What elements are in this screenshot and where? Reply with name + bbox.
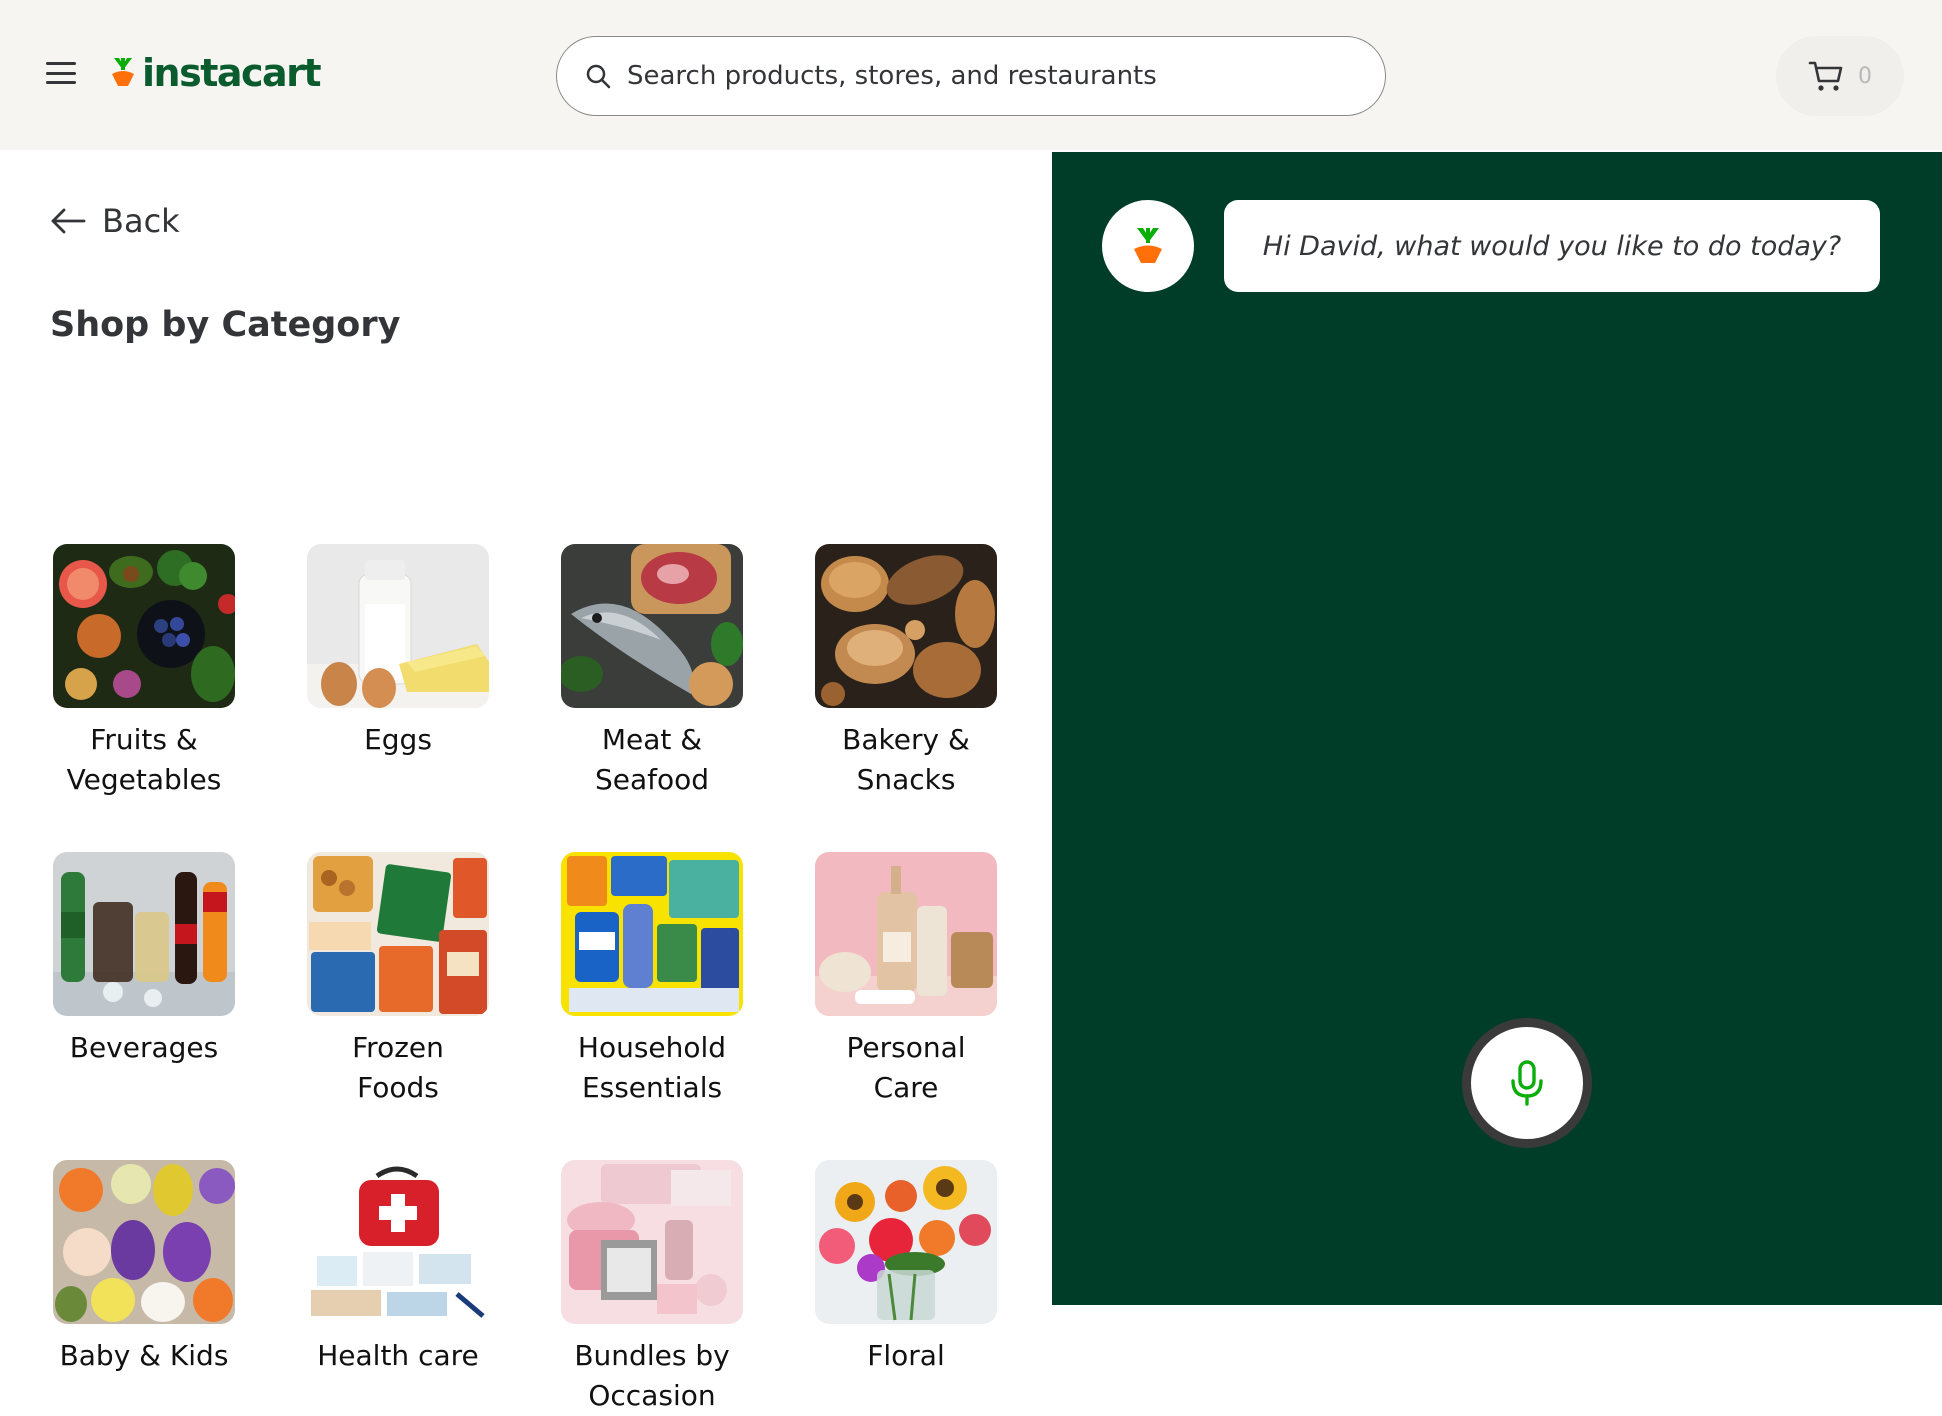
baby-kids-image [53, 1160, 235, 1324]
microphone-icon [1511, 1060, 1543, 1106]
carrot-icon [1134, 228, 1162, 263]
category-label: Baby & Kids [59, 1339, 229, 1372]
category-floral[interactable]: Floral [806, 1160, 1006, 1376]
category-label: Meat & Seafood [594, 723, 710, 796]
top-header: instacart 0 [0, 0, 1942, 150]
category-label: Floral [867, 1339, 945, 1372]
produce-image [53, 544, 235, 708]
section-title: Shop by Category [50, 305, 401, 345]
category-meat-seafood[interactable]: Meat & Seafood [552, 544, 752, 800]
category-label: Personal Care [846, 1031, 966, 1104]
category-label: Frozen Foods [352, 1031, 444, 1104]
category-label: Eggs [364, 723, 432, 756]
category-eggs[interactable]: Eggs [298, 544, 498, 760]
search-input[interactable] [627, 61, 1327, 91]
category-label: Fruits & Vegetables [66, 723, 222, 796]
bundles-image [561, 1160, 743, 1324]
health-care-image [307, 1160, 489, 1324]
menu-line [46, 62, 76, 65]
floral-image [815, 1160, 997, 1324]
bakery-image [815, 544, 997, 708]
category-bakery-snacks[interactable]: Bakery & Snacks [806, 544, 1006, 800]
menu-line [46, 71, 76, 75]
search-bar[interactable] [556, 36, 1386, 116]
household-image [561, 852, 743, 1016]
logo-text: instacart [142, 51, 322, 95]
assistant-panel: Hi David, what would you like to do toda… [1052, 152, 1942, 1305]
cart-button[interactable]: 0 [1776, 36, 1904, 116]
assistant-greeting: Hi David, what would you like to do toda… [1262, 230, 1842, 262]
category-baby-kids[interactable]: Baby & Kids [44, 1160, 244, 1376]
beverages-image [53, 852, 235, 1016]
category-label: Health care [317, 1339, 479, 1372]
frozen-image [307, 852, 489, 1016]
assistant-avatar [1102, 200, 1194, 292]
category-panel: Back Shop by Category Fruits & Vegetable… [0, 150, 1052, 1412]
cart-count: 0 [1858, 63, 1872, 89]
category-label: Beverages [69, 1031, 219, 1064]
instacart-logo[interactable]: instacart [110, 48, 322, 98]
category-frozen-foods[interactable]: Frozen Foods [298, 852, 498, 1108]
category-beverages[interactable]: Beverages [44, 852, 244, 1068]
hamburger-menu-button[interactable] [46, 60, 76, 86]
arrow-left-icon [51, 208, 86, 234]
personal-care-image [815, 852, 997, 1016]
carrot-logo-icon [112, 58, 134, 86]
category-household-essentials[interactable]: Household Essentials [552, 852, 752, 1108]
back-button[interactable]: Back [50, 202, 180, 240]
search-icon [586, 64, 611, 89]
category-bundles-by-occasion[interactable]: Bundles by Occasion [552, 1160, 752, 1416]
category-fruits-vegetables[interactable]: Fruits & Vegetables [44, 544, 244, 800]
category-label: Bakery & Snacks [842, 723, 970, 796]
menu-line [46, 81, 76, 84]
cart-icon [1808, 61, 1843, 91]
category-label: Bundles by Occasion [574, 1339, 730, 1412]
back-label: Back [102, 202, 180, 240]
microphone-button[interactable] [1462, 1018, 1592, 1148]
category-health-care[interactable]: Health care [298, 1160, 498, 1376]
eggs-image [307, 544, 489, 708]
category-label: Household Essentials [577, 1031, 727, 1104]
meat-seafood-image [561, 544, 743, 708]
assistant-message-bubble: Hi David, what would you like to do toda… [1224, 200, 1880, 292]
category-personal-care[interactable]: Personal Care [806, 852, 1006, 1108]
